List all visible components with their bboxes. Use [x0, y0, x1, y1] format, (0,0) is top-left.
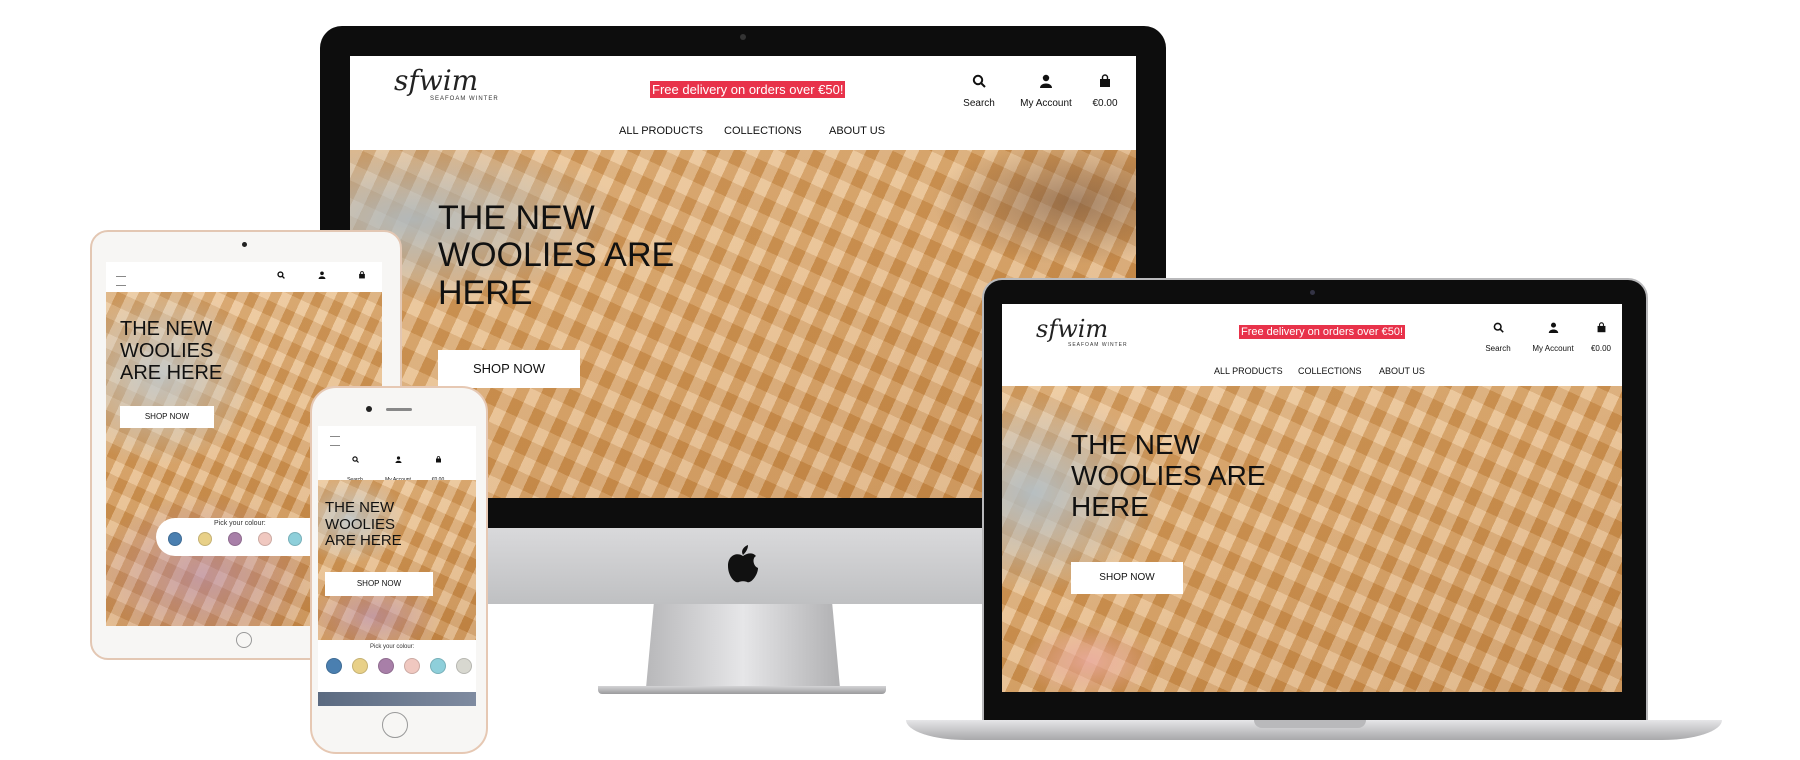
hero-title-line: ARE HERE: [120, 362, 223, 384]
colour-swatch-yellow[interactable]: [352, 658, 368, 674]
hamburger-menu-icon[interactable]: [330, 436, 340, 446]
pick-colour-label: Pick your colour:: [370, 644, 415, 650]
apple-logo-icon: [726, 544, 760, 584]
cart-total: €0.00: [1590, 344, 1612, 353]
hero-title-line: HERE: [438, 273, 533, 312]
hamburger-menu-icon[interactable]: [116, 276, 126, 286]
colour-swatch-purple[interactable]: [378, 658, 394, 674]
colour-swatch-yellow[interactable]: [198, 532, 212, 546]
search-icon: [266, 266, 296, 284]
account-label: My Account: [1020, 98, 1072, 109]
hero-title: THE NEW WOOLIES ARE HERE: [438, 199, 675, 312]
macbook-camera: [1310, 290, 1315, 295]
logo-script: sfwim: [394, 64, 479, 97]
pick-colour-label: Pick your colour:: [214, 520, 266, 527]
hero-title-line: WOOLIES ARE: [438, 236, 675, 275]
colour-swatch-aqua[interactable]: [430, 658, 446, 674]
colour-swatch-pink[interactable]: [258, 532, 272, 546]
delivery-banner: Free delivery on orders over €50!: [1239, 325, 1406, 339]
logo-tagline: SEAFOAM WINTER: [1068, 342, 1128, 348]
colour-swatch-blue[interactable]: [168, 532, 182, 546]
macbook-screen: sfwim SEAFOAM WINTER Free delivery on or…: [1002, 304, 1622, 692]
search-button[interactable]: Search: [954, 74, 1004, 111]
user-icon: [1525, 320, 1581, 338]
nav-about-us[interactable]: ABOUT US: [1379, 366, 1425, 376]
hero-title: THE NEW WOOLIES ARE HERE: [325, 499, 402, 550]
colour-swatch-blue[interactable]: [326, 658, 342, 674]
hero-title: THE NEW WOOLIES ARE HERE: [1071, 429, 1266, 522]
ipad-camera: [242, 242, 247, 247]
shopping-bag-icon: [350, 266, 374, 284]
shopping-bag-icon: [1588, 320, 1614, 338]
product-strip: [318, 692, 476, 706]
shop-now-button[interactable]: SHOP NOW: [120, 406, 214, 428]
user-icon: [380, 450, 416, 468]
search-icon: [1476, 320, 1520, 338]
hero-title-line: THE NEW: [120, 318, 213, 340]
ipad-home-button: [236, 632, 252, 648]
hero-title-line: HERE: [1071, 490, 1149, 522]
hero-title-line: THE NEW: [1071, 429, 1201, 460]
search-label: Search: [1485, 344, 1511, 353]
imac-stand: [646, 604, 840, 688]
imac-base: [598, 686, 886, 694]
colour-swatch-pink[interactable]: [404, 658, 420, 674]
macbook-notch: [1254, 720, 1366, 728]
colour-swatch-aqua[interactable]: [288, 532, 302, 546]
user-icon: [1014, 74, 1078, 93]
cart-button[interactable]: €0.00: [1588, 320, 1614, 356]
shopping-bag-icon: [1090, 74, 1120, 93]
hero-title-line: ARE HERE: [325, 532, 402, 549]
colour-swatch-grey[interactable]: [456, 658, 472, 674]
user-icon: [302, 266, 342, 284]
site-header: sfwim SEAFOAM WINTER Free delivery on or…: [350, 56, 1136, 150]
hero-title-line: WOOLIES ARE: [1071, 459, 1266, 491]
site-logo[interactable]: sfwim SEAFOAM WINTER: [394, 66, 514, 106]
iphone-speaker: [386, 408, 412, 411]
search-label: Search: [963, 98, 995, 109]
cart-button[interactable]: €0.00: [1090, 74, 1120, 111]
search-button[interactable]: Search: [1476, 320, 1520, 356]
hero-title: THE NEW WOOLIES ARE HERE: [120, 318, 222, 384]
hero-title-line: WOOLIES: [325, 515, 396, 533]
site-logo[interactable]: sfwim SEAFOAM WINTER: [1036, 316, 1136, 350]
delivery-banner: Free delivery on orders over €50!: [650, 81, 846, 98]
search-icon: [340, 450, 370, 468]
iphone-screen: Search My Account €0.00 THE NEW WOOLIES …: [318, 426, 476, 706]
nav-all-products[interactable]: ALL PRODUCTS: [619, 125, 703, 137]
account-button[interactable]: My Account: [1525, 320, 1581, 356]
nav-all-products[interactable]: ALL PRODUCTS: [1214, 366, 1283, 376]
shop-now-button[interactable]: SHOP NOW: [438, 350, 580, 388]
hero-title-line: WOOLIES: [120, 340, 214, 362]
shopping-bag-icon: [426, 450, 450, 468]
iphone-camera: [366, 406, 372, 412]
nav-collections[interactable]: COLLECTIONS: [724, 125, 802, 137]
nav-collections[interactable]: COLLECTIONS: [1298, 366, 1362, 376]
iphone-home-button: [382, 712, 408, 738]
colour-swatch-purple[interactable]: [228, 532, 242, 546]
site-header: sfwim SEAFOAM WINTER Free delivery on or…: [1002, 304, 1622, 386]
shop-now-button[interactable]: SHOP NOW: [1071, 562, 1183, 594]
nav-about-us[interactable]: ABOUT US: [829, 125, 885, 137]
logo-script: sfwim: [1036, 315, 1109, 343]
hero-title-line: THE NEW: [325, 499, 395, 516]
logo-tagline: SEAFOAM WINTER: [430, 96, 499, 102]
hero-title-line: THE NEW: [438, 199, 595, 237]
cart-total: €0.00: [1092, 98, 1118, 109]
account-label: My Account: [1532, 344, 1574, 353]
shop-now-button[interactable]: SHOP NOW: [325, 572, 433, 596]
account-button[interactable]: My Account: [1014, 74, 1078, 111]
imac-camera: [740, 34, 746, 40]
search-icon: [954, 74, 1004, 93]
